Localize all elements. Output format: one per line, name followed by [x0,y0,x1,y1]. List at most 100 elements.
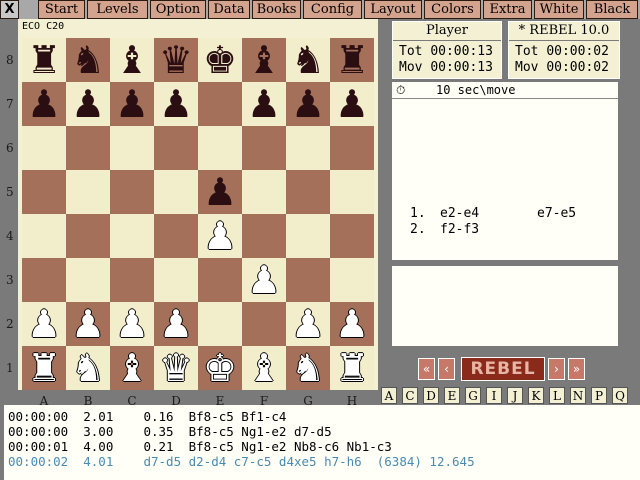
square-d6[interactable] [154,126,198,170]
notation-panel[interactable]: ⏱ 10 sec\move 1. e2-e4 e7-e5 2. f2-f3 [392,82,618,260]
square-e5[interactable]: ♟ [198,170,242,214]
letter-button-g[interactable]: G [465,387,481,404]
white-pawn-icon[interactable]: ♟ [335,302,369,346]
square-e8[interactable]: ♚ [198,38,242,82]
square-f5[interactable] [242,170,286,214]
square-a5[interactable] [22,170,66,214]
square-h2[interactable]: ♟ [330,302,374,346]
square-e6[interactable] [198,126,242,170]
menu-extra[interactable]: Extra [483,0,532,19]
square-a4[interactable] [22,214,66,258]
black-rook-icon[interactable]: ♜ [335,38,369,82]
square-d3[interactable] [154,258,198,302]
white-pawn-icon[interactable]: ♟ [291,302,325,346]
square-h3[interactable] [330,258,374,302]
menu-layout[interactable]: Layout [364,0,422,19]
white-move[interactable]: f2-f3 [440,222,479,237]
black-rook-icon[interactable]: ♜ [27,38,61,82]
black-move[interactable]: e7-e5 [537,206,576,221]
black-pawn-icon[interactable]: ♟ [291,82,325,126]
square-h7[interactable]: ♟ [330,82,374,126]
white-rook-icon[interactable]: ♜ [27,346,61,390]
square-g4[interactable] [286,214,330,258]
square-c7[interactable]: ♟ [110,82,154,126]
black-pawn-icon[interactable]: ♟ [247,82,281,126]
black-bishop-icon[interactable]: ♝ [115,38,149,82]
square-b4[interactable] [66,214,110,258]
square-g3[interactable] [286,258,330,302]
square-f8[interactable]: ♝ [242,38,286,82]
chess-board[interactable]: ♜ ♞ ♝ ♛ ♚ ♝ ♞ ♜ ♟ ♟ ♟ ♟ ♟ ♟ ♟ ♟ ♟ ♟ ♟ ♟ ♟ ♟ ♟ ♟ ♜ ♞ ♝ ♛ ♚ ♝ ♞ ♜ [22,38,374,390]
square-b1[interactable]: ♞ [66,346,110,390]
square-g5[interactable] [286,170,330,214]
white-pawn-icon[interactable]: ♟ [115,302,149,346]
square-b5[interactable] [66,170,110,214]
black-queen-icon[interactable]: ♛ [159,38,193,82]
square-h5[interactable] [330,170,374,214]
letter-button-p[interactable]: P [591,387,607,404]
black-king-icon[interactable]: ♚ [203,38,237,82]
menu-white[interactable]: White [534,0,584,19]
white-bishop-icon[interactable]: ♝ [115,346,149,390]
menu-data[interactable]: Data [208,0,250,19]
white-pawn-icon[interactable]: ♟ [203,214,237,258]
square-h6[interactable] [330,126,374,170]
menu-levels[interactable]: Levels [87,0,148,19]
white-bishop-icon[interactable]: ♝ [247,346,281,390]
black-pawn-icon[interactable]: ♟ [203,170,237,214]
black-pawn-icon[interactable]: ♟ [115,82,149,126]
first-move-button[interactable]: « [418,358,435,380]
black-knight-icon[interactable]: ♞ [291,38,325,82]
square-e4[interactable]: ♟ [198,214,242,258]
close-button[interactable]: X [0,0,19,19]
black-bishop-icon[interactable]: ♝ [247,38,281,82]
square-b8[interactable]: ♞ [66,38,110,82]
square-c4[interactable] [110,214,154,258]
square-b3[interactable] [66,258,110,302]
square-g6[interactable] [286,126,330,170]
square-f1[interactable]: ♝ [242,346,286,390]
square-c3[interactable] [110,258,154,302]
square-b7[interactable]: ♟ [66,82,110,126]
square-d5[interactable] [154,170,198,214]
engine-button[interactable]: REBEL [461,357,545,381]
white-knight-icon[interactable]: ♞ [291,346,325,390]
white-rook-icon[interactable]: ♜ [335,346,369,390]
square-b6[interactable] [66,126,110,170]
square-f2[interactable] [242,302,286,346]
square-a7[interactable]: ♟ [22,82,66,126]
square-a6[interactable] [22,126,66,170]
letter-button-l[interactable]: L [549,387,565,404]
black-pawn-icon[interactable]: ♟ [27,82,61,126]
letter-button-n[interactable]: N [570,387,586,404]
square-g2[interactable]: ♟ [286,302,330,346]
square-b2[interactable]: ♟ [66,302,110,346]
square-e7[interactable] [198,82,242,126]
letter-button-e[interactable]: E [444,387,460,404]
next-move-button[interactable]: › [548,358,565,380]
black-pawn-icon[interactable]: ♟ [335,82,369,126]
menu-config[interactable]: Config [303,0,362,19]
square-c5[interactable] [110,170,154,214]
white-pawn-icon[interactable]: ♟ [27,302,61,346]
square-d1[interactable]: ♛ [154,346,198,390]
white-pawn-icon[interactable]: ♟ [159,302,193,346]
square-c8[interactable]: ♝ [110,38,154,82]
square-d7[interactable]: ♟ [154,82,198,126]
square-g8[interactable]: ♞ [286,38,330,82]
square-e2[interactable] [198,302,242,346]
menu-black[interactable]: Black [586,0,638,19]
square-a1[interactable]: ♜ [22,346,66,390]
black-knight-icon[interactable]: ♞ [71,38,105,82]
square-f3[interactable]: ♟ [242,258,286,302]
letter-button-i[interactable]: I [486,387,502,404]
menu-option[interactable]: Option [150,0,206,19]
square-c2[interactable]: ♟ [110,302,154,346]
black-pawn-icon[interactable]: ♟ [71,82,105,126]
square-e1[interactable]: ♚ [198,346,242,390]
menu-books[interactable]: Books [252,0,301,19]
square-h1[interactable]: ♜ [330,346,374,390]
letter-button-a[interactable]: A [381,387,397,404]
square-f6[interactable] [242,126,286,170]
square-a8[interactable]: ♜ [22,38,66,82]
